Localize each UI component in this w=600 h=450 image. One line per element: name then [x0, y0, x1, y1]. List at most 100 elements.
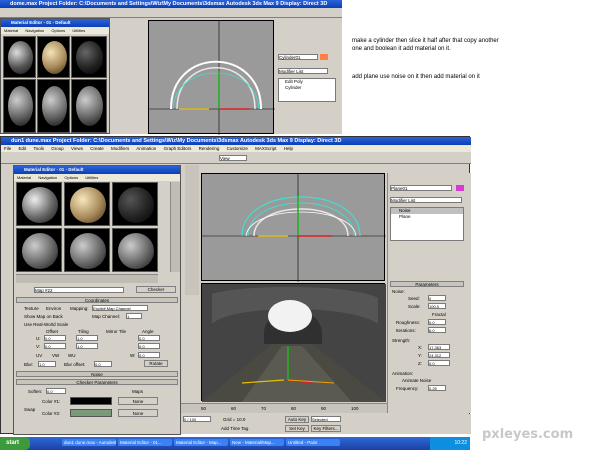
map-channel-field[interactable]: 1	[126, 313, 142, 319]
set-key-button[interactable]: Set Key	[285, 425, 309, 432]
scale-field[interactable]: 100.0	[428, 303, 446, 309]
coordinates-rollout[interactable]: Coordinates	[16, 297, 178, 303]
menu-modifiers[interactable]: Modifiers	[111, 146, 129, 151]
material-slot[interactable]	[112, 228, 158, 272]
taskbar-item[interactable]: Material Editor - 01...	[118, 439, 172, 446]
taskbar-item[interactable]: Material Editor - Map...	[174, 439, 228, 446]
mapping-dropdown[interactable]: Explicit Map Channel	[92, 305, 148, 311]
color1-swatch[interactable]	[70, 397, 112, 405]
taskbar-item[interactable]: dun1 dune.max - Autodesk...	[62, 439, 116, 446]
menu-graph-editors[interactable]: Graph Editors	[164, 146, 192, 151]
u-angle-field[interactable]: 0.0	[138, 335, 160, 341]
taskbar-item[interactable]: New - Material/Map...	[230, 439, 284, 446]
menu-material[interactable]: Material	[4, 28, 18, 33]
strength-z-field[interactable]: 0.0	[428, 360, 450, 366]
menu-navigation[interactable]: Navigation	[25, 28, 44, 33]
color1-map-button[interactable]: None	[118, 397, 158, 405]
taskbar-item[interactable]: Untitled - Paint	[286, 439, 340, 446]
menu-material[interactable]: Material	[17, 175, 31, 180]
blur-field[interactable]: 1.0	[38, 361, 56, 367]
animate-noise-checkbox[interactable]: Animate Noise	[402, 378, 431, 383]
material-slot[interactable]	[71, 79, 107, 133]
texture-radio[interactable]: Texture	[24, 306, 39, 311]
menu-customize[interactable]: Customize	[227, 146, 248, 151]
object-name-field[interactable]: Plane01	[390, 185, 452, 191]
material-slot[interactable]	[16, 228, 62, 272]
fractal-checkbox[interactable]: Fractal	[432, 312, 446, 317]
view-dropdown[interactable]: View	[219, 155, 247, 161]
uv-radio[interactable]: UV	[36, 353, 42, 358]
strength-x-field[interactable]: 17.363	[428, 344, 450, 350]
top-viewport[interactable]	[148, 20, 275, 135]
w-angle-field[interactable]: 0.0	[138, 352, 160, 358]
noise-rollout[interactable]: Noise	[16, 371, 178, 377]
environ-radio[interactable]: Environ	[46, 306, 61, 311]
auto-key-button[interactable]: Auto Key	[285, 416, 309, 423]
bottom-toolbar[interactable]	[16, 274, 158, 283]
menu-utilities[interactable]: Utilities	[72, 28, 85, 33]
menu-file[interactable]: File	[4, 146, 11, 151]
checker-parameters-rollout[interactable]: Checker Parameters	[16, 379, 178, 385]
parameters-rollout[interactable]: Parameters	[390, 281, 464, 287]
menu-animation[interactable]: Animation	[136, 146, 156, 151]
add-time-tag-button[interactable]: Add Time Tag	[221, 426, 248, 431]
rotate-button[interactable]: Rotate	[144, 360, 168, 367]
side-toolbar[interactable]	[170, 182, 180, 272]
timeline[interactable]: 50 60 70 80 90 100	[181, 403, 387, 413]
wu-radio[interactable]: WU	[68, 353, 76, 358]
map-type-button[interactable]: Checker	[136, 286, 176, 293]
material-slot[interactable]	[3, 79, 36, 133]
material-slot[interactable]	[37, 36, 70, 78]
material-slot[interactable]	[64, 182, 110, 226]
iterations-field[interactable]: 6.0	[428, 327, 446, 333]
menu-tools[interactable]: Tools	[33, 146, 44, 151]
v-tiling-field[interactable]: 1.0	[76, 343, 98, 349]
color-swatch[interactable]	[456, 185, 464, 191]
roughness-field[interactable]: 0.0	[428, 319, 446, 325]
front-viewport[interactable]	[201, 173, 386, 282]
material-slot[interactable]	[64, 228, 110, 272]
material-name-field[interactable]: Map #22	[34, 287, 124, 293]
u-tiling-field[interactable]: 1.0	[76, 335, 98, 341]
start-button[interactable]: start	[0, 437, 30, 450]
material-slot[interactable]	[112, 182, 158, 226]
perspective-viewport[interactable]	[201, 283, 386, 402]
stack-item-plane[interactable]: Plane	[391, 214, 463, 220]
menu-views[interactable]: Views	[71, 146, 83, 151]
color2-map-button[interactable]: None	[118, 409, 158, 417]
material-slot[interactable]	[16, 182, 62, 226]
material-slot[interactable]	[3, 36, 36, 78]
use-real-world-checkbox[interactable]: Use Real-World Scale	[24, 322, 68, 327]
menu-options[interactable]: Options	[51, 28, 65, 33]
viewport-icons-strip[interactable]	[185, 165, 199, 295]
u-offset-field[interactable]: 0.0	[44, 335, 66, 341]
menu-utilities[interactable]: Utilities	[85, 175, 98, 180]
material-slot[interactable]	[71, 36, 107, 78]
v-angle-field[interactable]: 0.0	[138, 343, 160, 349]
selected-dropdown[interactable]: Selected	[311, 416, 341, 422]
menu-options[interactable]: Options	[64, 175, 78, 180]
modifier-list-dropdown[interactable]: Modifier List	[278, 68, 328, 74]
strength-y-field[interactable]: 24.312	[428, 352, 450, 358]
menu-maxscript[interactable]: MAXScript	[255, 146, 276, 151]
material-slot[interactable]	[37, 79, 70, 133]
soften-field[interactable]: 0.0	[46, 388, 66, 394]
menu-edit[interactable]: Edit	[19, 146, 27, 151]
menu-rendering[interactable]: Rendering	[199, 146, 220, 151]
seed-field[interactable]: 0	[428, 295, 446, 301]
menu-create[interactable]: Create	[90, 146, 104, 151]
stack-item[interactable]: Cylinder	[279, 85, 335, 91]
menu-group[interactable]: Group	[51, 146, 64, 151]
color-swatch[interactable]	[320, 54, 328, 60]
menu-help[interactable]: Help	[284, 146, 293, 151]
frequency-field[interactable]: 0.25	[428, 385, 446, 391]
frame-counter[interactable]: 0 / 100	[183, 416, 211, 422]
key-filters-button[interactable]: Key Filters...	[311, 425, 341, 432]
blur-offset-field[interactable]: 0.0	[94, 361, 112, 367]
object-name-field[interactable]: Cylinder01	[278, 54, 318, 60]
v-offset-field[interactable]: 0.0	[44, 343, 66, 349]
menu-navigation[interactable]: Navigation	[38, 175, 57, 180]
vw-radio[interactable]: VW	[52, 353, 59, 358]
show-map-checkbox[interactable]: Show Map on Back	[24, 314, 63, 319]
swap-button[interactable]: Swap	[24, 407, 35, 412]
